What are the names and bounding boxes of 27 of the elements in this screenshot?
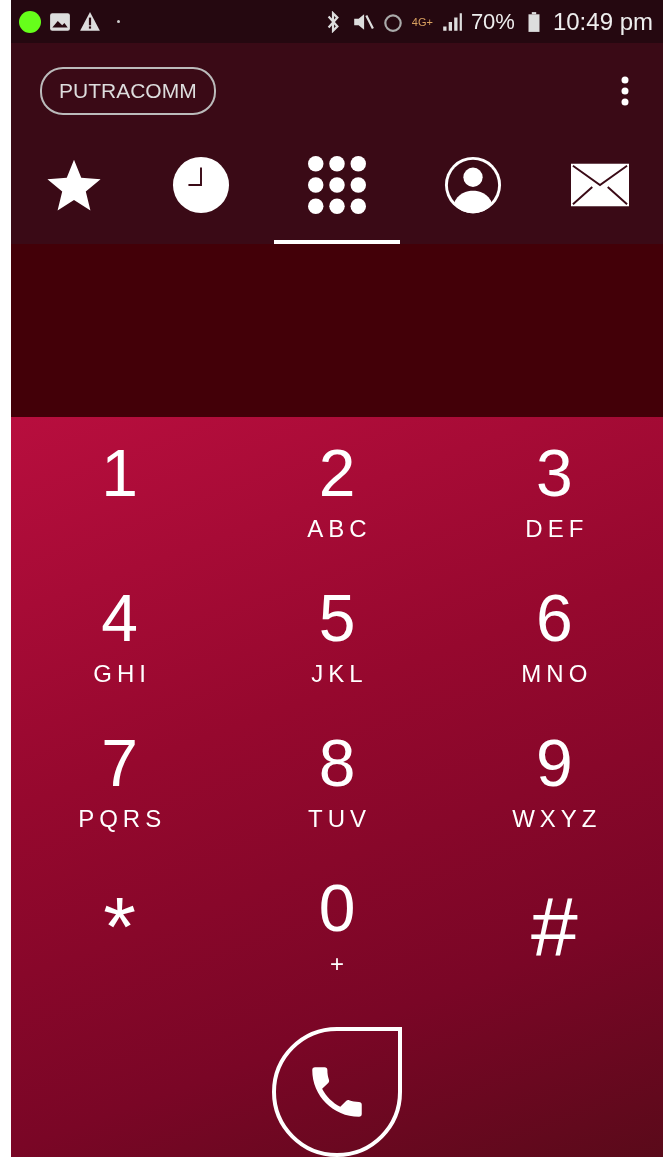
- dial-key[interactable]: #: [445, 872, 663, 1017]
- notification-dot: [19, 10, 41, 33]
- warning-icon: [79, 10, 101, 33]
- image-icon: [49, 10, 71, 33]
- dial-key[interactable]: 9 WXYZ: [445, 727, 663, 872]
- network-label: 4G+: [411, 15, 433, 28]
- dial-key[interactable]: 5 JKL: [228, 582, 446, 727]
- dial-key[interactable]: 7 PQRS: [11, 727, 229, 872]
- dial-key[interactable]: 3 DEF: [445, 437, 663, 582]
- dial-key[interactable]: 8 TUV: [228, 727, 446, 872]
- battery-percent: 70%: [470, 8, 515, 35]
- clock: 10:49 pm: [552, 7, 653, 36]
- person-icon: [444, 155, 503, 214]
- more-options-icon[interactable]: [621, 76, 629, 107]
- dial-key[interactable]: 6 MNO: [445, 582, 663, 727]
- clock-icon: [171, 155, 230, 214]
- call-button[interactable]: [272, 1027, 402, 1157]
- dialpad-icon: [308, 155, 366, 214]
- dial-key[interactable]: *: [11, 872, 229, 1017]
- envelope-icon: [570, 162, 629, 207]
- dial-key[interactable]: 2 ABC: [228, 437, 446, 582]
- account-button[interactable]: PUTRACOMM: [40, 67, 216, 116]
- dial-key[interactable]: 4 GHI: [11, 582, 229, 727]
- signal-icon: [440, 10, 463, 33]
- dial-key[interactable]: 1: [11, 437, 229, 582]
- dot-icon: [117, 20, 120, 24]
- dial-key[interactable]: 0 +: [228, 872, 446, 1017]
